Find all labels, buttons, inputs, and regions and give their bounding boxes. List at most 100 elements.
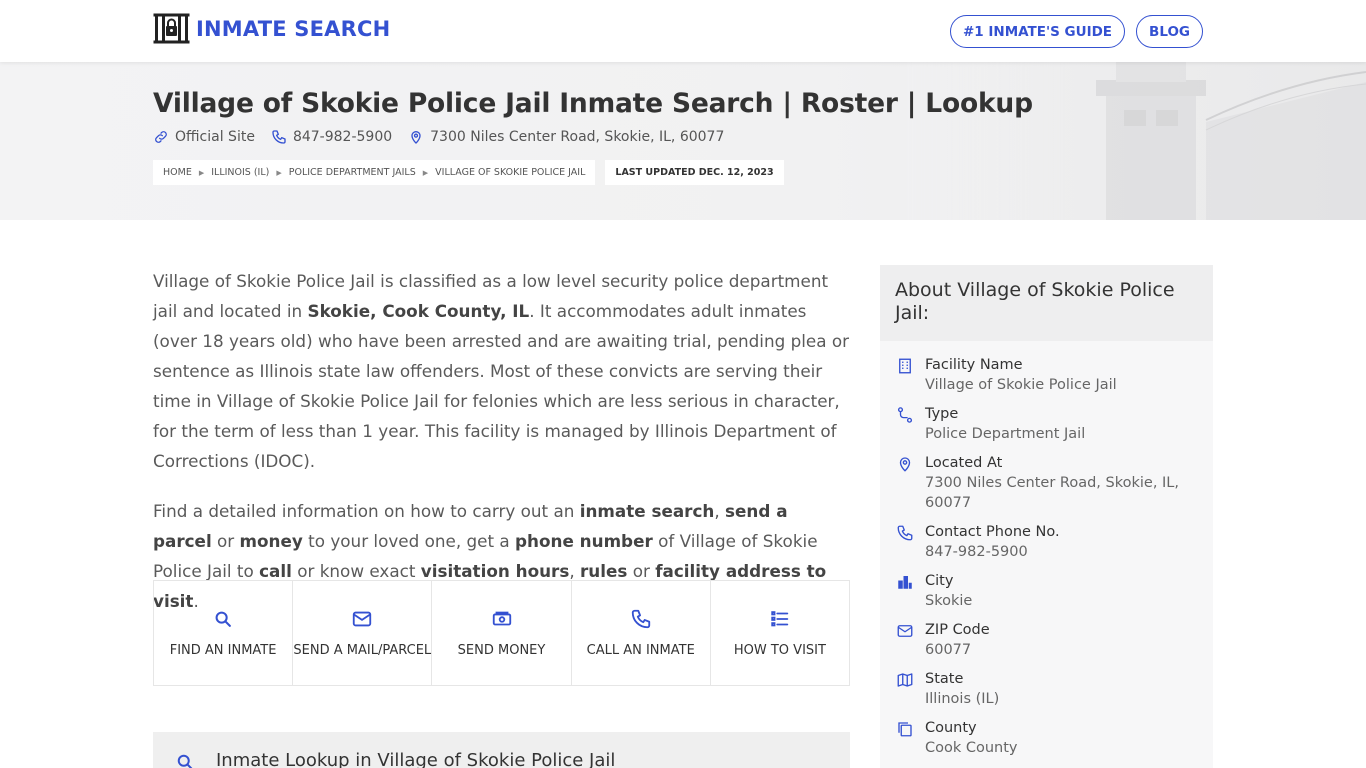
guide-keyword: phone number	[515, 531, 653, 551]
info-located-at: Located At 7300 Niles Center Road, Skoki…	[880, 453, 1213, 513]
intro-text-rest: . It accommodates adult inmates (over 18…	[153, 301, 850, 471]
search-icon	[177, 754, 193, 768]
send-money-action[interactable]: SEND MONEY	[432, 581, 572, 685]
guide-keyword: money	[239, 531, 303, 551]
guide-text: or	[211, 531, 240, 551]
find-inmate-label: FIND AN INMATE	[169, 642, 277, 658]
copy-icon	[898, 722, 912, 737]
guide-text: or	[627, 561, 656, 581]
breadcrumb-home[interactable]: HOME	[163, 167, 192, 178]
info-label: Facility Name	[925, 357, 1023, 373]
link-icon	[155, 131, 167, 143]
info-value: Illinois (IL)	[925, 691, 1000, 707]
phone-link[interactable]: 847-982-5900	[271, 129, 392, 145]
top-nav: #1 INMATE'S GUIDE BLOG	[949, 15, 1203, 48]
last-updated-badge: LAST UPDATED DEC. 12, 2023	[605, 160, 784, 185]
phone-icon	[897, 525, 913, 541]
info-type: Type Police Department Jail	[880, 404, 1213, 444]
send-mail-action[interactable]: SEND A MAIL/PARCEL	[293, 581, 433, 685]
intro-paragraph: Village of Skokie Police Jail is classif…	[153, 266, 850, 476]
search-icon	[215, 611, 231, 627]
breadcrumb-separator-icon: ▶	[422, 168, 429, 177]
info-city: City Skokie	[880, 571, 1213, 611]
mail-icon	[897, 625, 913, 637]
inmates-guide-button[interactable]: #1 INMATE'S GUIDE	[949, 15, 1126, 48]
route-icon	[897, 407, 913, 423]
sidebar-title: About Village of Skokie Police Jail:	[880, 265, 1213, 341]
info-value: 7300 Niles Center Road, Skokie, IL, 6007…	[925, 475, 1179, 511]
phone-icon	[631, 609, 650, 628]
quick-actions: FIND AN INMATE SEND A MAIL/PARCEL SEND M…	[153, 580, 850, 686]
site-logo[interactable]: INMATE SEARCH	[153, 13, 390, 44]
money-icon	[492, 611, 511, 625]
info-value: 60077	[925, 642, 972, 658]
lookup-title: Inmate Lookup in Village of Skokie Polic…	[216, 750, 616, 768]
info-zip: ZIP Code 60077	[880, 620, 1213, 660]
call-inmate-action[interactable]: CALL AN INMATE	[572, 581, 711, 685]
site-header: INMATE SEARCH #1 INMATE'S GUIDE BLOG	[0, 0, 1366, 62]
send-money-label: SEND MONEY	[457, 642, 546, 658]
facility-info-list: Facility Name Village of Skokie Police J…	[880, 341, 1213, 758]
jail-lock-icon	[153, 13, 190, 44]
info-value: Cook County	[925, 740, 1018, 756]
map-pin-icon	[899, 457, 911, 472]
info-label: Located At	[925, 455, 1003, 471]
info-value: Police Department Jail	[925, 426, 1086, 442]
hero-banner: Village of Skokie Police Jail Inmate Sea…	[0, 62, 1366, 220]
breadcrumb: HOME ▶ ILLINOIS (IL) ▶ POLICE DEPARTMENT…	[153, 160, 784, 185]
map-icon	[897, 673, 913, 687]
send-mail-label: SEND A MAIL/PARCEL	[293, 642, 432, 658]
phone-number: 847-982-5900	[292, 129, 393, 145]
breadcrumb-current: VILLAGE OF SKOKIE POLICE JAIL	[435, 167, 586, 178]
info-label: Contact Phone No.	[925, 524, 1060, 540]
find-inmate-action[interactable]: FIND AN INMATE	[154, 581, 294, 685]
breadcrumb-illinois[interactable]: ILLINOIS (IL)	[211, 167, 269, 178]
prison-tower-illustration	[906, 62, 1366, 220]
guide-text: or know exact	[291, 561, 421, 581]
address-text: 7300 Niles Center Road, Skokie, IL, 6007…	[430, 129, 725, 145]
breadcrumb-separator-icon: ▶	[276, 168, 282, 177]
info-phone: Contact Phone No. 847-982-5900	[880, 522, 1213, 562]
city-icon	[898, 576, 912, 589]
guide-text: ,	[714, 501, 726, 521]
guide-keyword: call	[259, 561, 292, 581]
guide-keyword: rules	[580, 561, 628, 581]
main-content: Village of Skokie Police Jail is classif…	[153, 266, 850, 616]
breadcrumb-trail: HOME ▶ ILLINOIS (IL) ▶ POLICE DEPARTMENT…	[153, 160, 596, 185]
how-to-visit-action[interactable]: HOW TO VISIT	[711, 581, 849, 685]
info-value: 847-982-5900	[925, 544, 1028, 560]
info-label: Type	[925, 406, 959, 422]
facility-meta: Official Site 847-982-5900 7300 Niles Ce…	[153, 129, 740, 145]
guide-text: Find a detailed information on how to ca…	[153, 501, 580, 521]
info-label: ZIP Code	[925, 622, 990, 638]
info-label: State	[925, 671, 964, 687]
guide-keyword: visitation hours	[420, 561, 570, 581]
guide-text: to your loved one, get a	[302, 531, 516, 551]
guide-text: ,	[569, 561, 580, 581]
breadcrumb-separator-icon: ▶	[198, 168, 205, 177]
logo-text: INMATE SEARCH	[196, 16, 391, 41]
phone-icon	[272, 130, 286, 144]
info-label: County	[925, 720, 977, 736]
call-inmate-label: CALL AN INMATE	[586, 642, 695, 658]
official-site-label: Official Site	[175, 129, 255, 145]
info-state: State Illinois (IL)	[880, 669, 1213, 709]
info-county: County Cook County	[880, 718, 1213, 758]
address-item: 7300 Niles Center Road, Skokie, IL, 6007…	[408, 129, 724, 145]
list-icon	[771, 610, 789, 626]
building-icon	[899, 358, 911, 374]
info-label: City	[925, 573, 954, 589]
breadcrumb-police-jails[interactable]: POLICE DEPARTMENT JAILS	[289, 167, 416, 178]
info-value: Village of Skokie Police Jail	[925, 377, 1117, 393]
map-pin-icon	[411, 131, 421, 144]
page-title: Village of Skokie Police Jail Inmate Sea…	[153, 88, 1033, 119]
inmate-lookup-section: Inmate Lookup in Village of Skokie Polic…	[153, 732, 850, 768]
how-to-visit-label: HOW TO VISIT	[733, 642, 826, 658]
blog-button[interactable]: BLOG	[1136, 15, 1203, 48]
info-facility-name: Facility Name Village of Skokie Police J…	[880, 355, 1213, 395]
info-value: Skokie	[925, 593, 973, 609]
guide-keyword: inmate search	[579, 501, 715, 521]
intro-location: Skokie, Cook County, IL	[307, 301, 530, 321]
mail-icon	[353, 611, 372, 626]
official-site-link[interactable]: Official Site	[153, 129, 255, 145]
